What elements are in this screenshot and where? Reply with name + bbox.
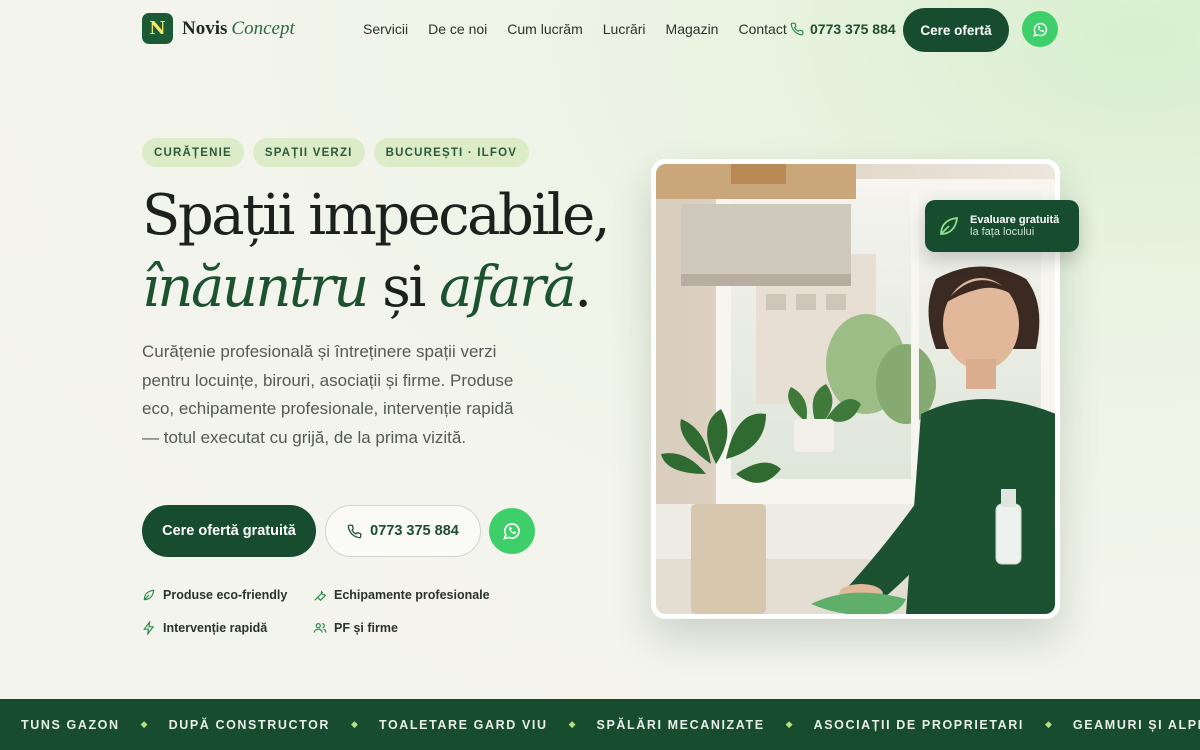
nav-link-contact[interactable]: Contact: [738, 21, 786, 37]
free-evaluation-badge: Evaluare gratuită la fața locului: [925, 200, 1079, 252]
feature-clients: PF și firme: [313, 621, 398, 635]
hero-lead: Curățenie profesională și întreținere sp…: [142, 342, 514, 447]
leaf-icon: [143, 589, 155, 601]
marquee-item: GEAMURI ȘI ALPINISM UTILITAR: [1072, 717, 1200, 732]
brand-name: Novis: [182, 17, 228, 39]
phone-icon: [347, 524, 362, 538]
nav-link-cum-lucram[interactable]: Cum lucrăm: [507, 21, 582, 37]
hero-title-word2: afară: [439, 255, 577, 320]
feature-eco-label: Produse eco-friendly: [163, 588, 288, 602]
hero-title-line1: Spații impecabile,: [142, 183, 611, 248]
marquee-item: TOALETARE GARD VIU: [378, 717, 548, 732]
feature-fast: Intervenție rapidă: [142, 621, 267, 635]
diamond-icon: ◆: [1045, 719, 1052, 729]
feature-fast-label: Intervenție rapidă: [163, 621, 268, 635]
logo-text: Novis Concept: [182, 18, 295, 40]
users-icon: [313, 623, 327, 633]
hero-phone-number: 0773 375 884: [370, 523, 459, 539]
whatsapp-icon: [1032, 22, 1047, 37]
hero-title-word1: înăuntru: [142, 255, 369, 320]
nav-quote-button[interactable]: Cere ofertă: [903, 8, 1009, 52]
hero-title: Spații impecabile, înăuntru și afară.: [142, 180, 611, 324]
nav-phone-link[interactable]: 0773 375 884: [790, 21, 896, 37]
phone-icon: [790, 22, 804, 36]
marquee-item: TUNS GAZON: [21, 717, 120, 732]
marquee-item: ASOCIAȚII DE PROPRIETARI: [813, 717, 1024, 732]
feature-equipment: Echipamente profesionale: [313, 588, 490, 602]
brand-name-accent: Concept: [231, 17, 295, 39]
leaf-icon: [940, 216, 959, 235]
brand-logo[interactable]: N Novis Concept: [142, 13, 295, 44]
lightning-icon: [143, 621, 155, 635]
top-navigation: N Novis Concept Servicii De ce noi Cum lu…: [0, 0, 1200, 58]
tag-curatenie: CURĂȚENIE: [142, 138, 244, 167]
marquee-item: SPĂLĂRI MECANIZATE: [596, 717, 765, 732]
hero-title-end: .: [574, 255, 592, 320]
diamond-icon: ◆: [140, 719, 148, 729]
nav-link-lucrari[interactable]: Lucrări: [603, 21, 646, 37]
hero-title-mid: și: [366, 255, 440, 320]
nav-links: Servicii De ce noi Cum lucrăm Lucrări Ma…: [363, 21, 787, 37]
nav-link-de-ce-noi[interactable]: De ce noi: [428, 21, 487, 37]
badge-subtitle: la fața locului: [970, 226, 1035, 238]
services-marquee: TUNS GAZON ◆ DUPĂ CONSTRUCTOR ◆ TOALETAR…: [0, 699, 1200, 750]
nav-link-magazin[interactable]: Magazin: [666, 21, 719, 37]
nav-phone-number: 0773 375 884: [810, 21, 896, 37]
wrench-icon: [314, 590, 327, 602]
hero-title-line2: înăuntru și afară.: [142, 252, 608, 324]
whatsapp-icon: [503, 523, 520, 540]
badge-title: Evaluare gratuită: [970, 214, 1060, 226]
hero-quote-button[interactable]: Cere ofertă gratuită: [142, 505, 316, 557]
marquee-track: TUNS GAZON ◆ DUPĂ CONSTRUCTOR ◆ TOALETAR…: [21, 718, 1200, 732]
diamond-icon: ◆: [785, 719, 793, 729]
feature-eco: Produse eco-friendly: [142, 588, 287, 602]
badge-text: Evaluare gratuită la fața locului: [970, 214, 1059, 238]
nav-link-servicii[interactable]: Servicii: [363, 21, 408, 37]
feature-equipment-label: Echipamente profesionale: [334, 588, 490, 602]
diamond-icon: ◆: [568, 719, 576, 729]
feature-clients-label: PF și firme: [334, 621, 398, 635]
tag-spatii-verzi: SPAȚII VERZI: [252, 138, 365, 167]
hero-tags: CURĂȚENIE SPAȚII VERZI BUCUREȘTI · ILFOV: [142, 138, 530, 167]
diamond-icon: ◆: [351, 719, 358, 729]
nav-whatsapp-button[interactable]: [1022, 11, 1058, 47]
logo-mark: N: [142, 13, 173, 44]
hero-phone-button[interactable]: 0773 375 884: [325, 505, 481, 557]
tag-location: BUCUREȘTI · ILFOV: [373, 138, 530, 167]
marquee-item: DUPĂ CONSTRUCTOR: [168, 717, 331, 732]
hero-whatsapp-button[interactable]: [489, 508, 535, 554]
